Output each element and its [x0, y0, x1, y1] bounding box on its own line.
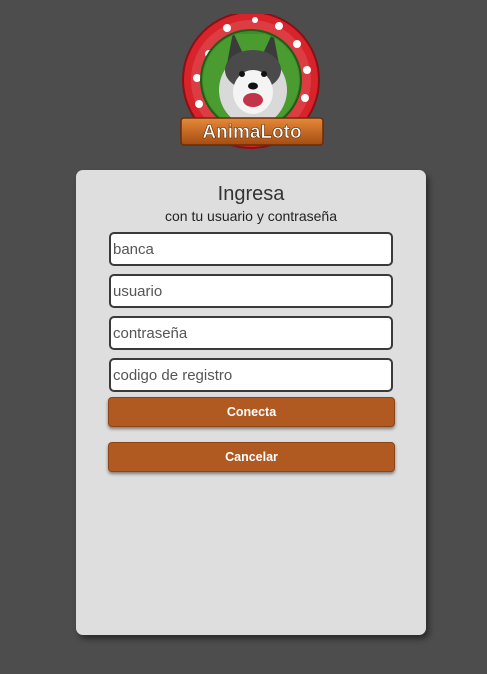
login-subtitle: con tu usuario y contraseña [165, 208, 337, 224]
animaloto-logo-graphic: AnimaLoto [180, 14, 324, 149]
login-title: Ingresa [217, 183, 285, 205]
banca-input[interactable] [109, 232, 393, 266]
login-card: Ingresa con tu usuario y contraseña Cone… [76, 170, 426, 635]
brand-text: AnimaLoto [202, 122, 301, 143]
password-input[interactable] [109, 316, 393, 350]
connect-button[interactable]: Conecta [108, 397, 395, 427]
animaloto-logo: AnimaLoto [179, 14, 325, 152]
cancel-button[interactable]: Cancelar [108, 442, 395, 472]
usuario-input[interactable] [109, 274, 393, 308]
registro-code-input[interactable] [109, 358, 393, 392]
